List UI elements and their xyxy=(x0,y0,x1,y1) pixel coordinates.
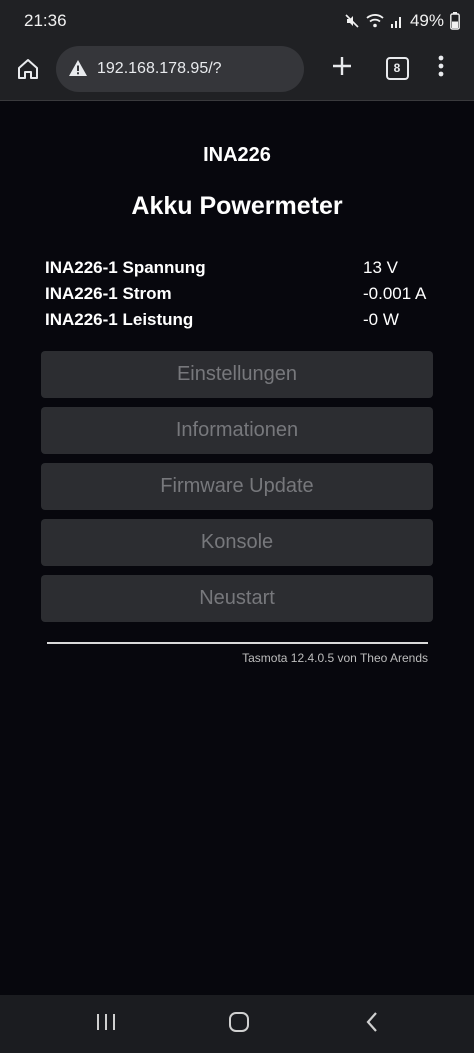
address-bar[interactable]: 192.168.178.95/? xyxy=(56,46,304,92)
firmware-update-button[interactable]: Firmware Update xyxy=(41,463,433,510)
reading-label: INA226-1 Leistung xyxy=(45,310,194,329)
tab-count: 8 xyxy=(385,56,409,80)
signal-icon xyxy=(390,13,404,29)
restart-button[interactable]: Neustart xyxy=(41,575,433,622)
settings-button[interactable]: Einstellungen xyxy=(41,351,433,398)
system-nav-bar xyxy=(0,995,474,1053)
table-row: INA226-1 Spannung 13 V xyxy=(45,255,445,281)
reading-value: 13 V xyxy=(363,258,398,277)
chevron-left-icon xyxy=(365,1011,379,1038)
information-button[interactable]: Informationen xyxy=(41,407,433,454)
home-nav-button[interactable] xyxy=(219,1009,259,1039)
not-secure-warning-icon[interactable] xyxy=(68,59,88,82)
home-button[interactable] xyxy=(12,55,44,87)
reading-value: -0 W xyxy=(363,310,399,329)
divider xyxy=(47,642,428,644)
new-tab-button[interactable] xyxy=(326,52,358,84)
mute-icon xyxy=(344,13,360,29)
status-icons: 49% xyxy=(344,11,460,31)
reading-value: -0.001 A xyxy=(363,284,427,303)
browser-toolbar: 192.168.178.95/? 8 xyxy=(0,42,474,101)
tab-switcher-button[interactable]: 8 xyxy=(382,53,412,83)
plus-icon xyxy=(331,55,353,82)
home-icon xyxy=(16,57,40,86)
battery-icon xyxy=(450,12,460,30)
recent-apps-button[interactable] xyxy=(86,1009,126,1039)
table-row: INA226-1 Strom -0.001 A xyxy=(45,281,445,307)
status-bar: 21:36 49% xyxy=(0,0,474,42)
footer-link[interactable]: Tasmota 12.4.0.5 von Theo Arends xyxy=(47,651,428,665)
menu-button-list: Einstellungen Informationen Firmware Upd… xyxy=(41,351,433,631)
page-title: Akku Powermeter xyxy=(131,192,343,220)
reading-label: INA226-1 Spannung xyxy=(45,258,206,277)
home-circle-icon xyxy=(228,1011,250,1038)
status-time: 21:36 xyxy=(24,11,67,30)
console-button[interactable]: Konsole xyxy=(41,519,433,566)
sensor-readings-table: INA226-1 Spannung 13 V INA226-1 Strom -0… xyxy=(45,255,445,333)
table-row: INA226-1 Leistung -0 W xyxy=(45,307,445,333)
recent-apps-icon xyxy=(95,1013,117,1036)
wifi-icon xyxy=(366,13,384,29)
battery-level: 49% xyxy=(409,11,444,30)
browser-menu-button[interactable] xyxy=(428,52,454,84)
reading-label: INA226-1 Strom xyxy=(45,284,172,303)
more-vert-icon xyxy=(438,55,444,82)
device-name: INA226 xyxy=(203,144,271,166)
url-text[interactable]: 192.168.178.95/? xyxy=(97,60,222,78)
back-button[interactable] xyxy=(352,1009,392,1039)
